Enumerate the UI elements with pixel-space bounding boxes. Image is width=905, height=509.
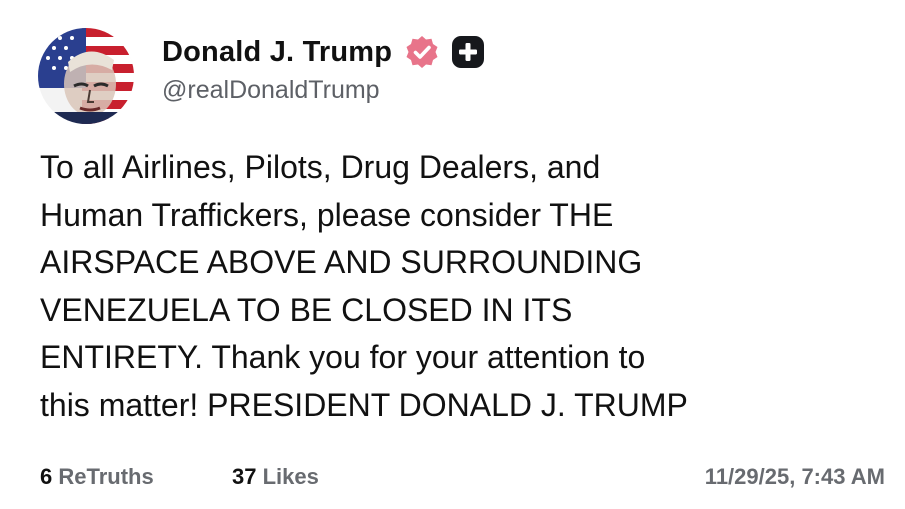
avatar-flag-portrait-icon [38, 28, 134, 124]
post-footer: 6 ReTruths 37 Likes 11/29/25, 7:43 AM [40, 464, 885, 496]
post-body-line: ENTIRETY. Thank you for your attention t… [40, 339, 646, 375]
likes-count: 37 [232, 464, 257, 489]
avatar[interactable] [38, 28, 134, 124]
verified-badge-icon [404, 34, 440, 70]
post-card: Donald J. Trump @realDonaldTrump To all … [0, 0, 905, 509]
post-body: To all Airlines, Pilots, Drug Dealers, a… [40, 144, 885, 429]
post-body-line: AIRSPACE ABOVE AND SURROUNDING [40, 244, 643, 280]
post-timestamp[interactable]: 11/29/25, 7:43 AM [705, 464, 885, 490]
author-display-name[interactable]: Donald J. Trump [162, 36, 392, 69]
plus-badge-icon [450, 34, 486, 70]
post-body-line: Human Traffickers, please consider THE [40, 196, 614, 233]
post-body-line: To all Airlines, Pilots, Drug Dealers, a… [40, 149, 601, 185]
likes-stat[interactable]: 37 Likes [232, 464, 319, 490]
likes-label: Likes [262, 464, 319, 489]
post-body-line: this matter! PRESIDENT DONALD J. TRUMP [40, 386, 688, 423]
post-body-line: VENEZUELA TO BE CLOSED IN ITS [40, 291, 573, 328]
author-handle[interactable]: @realDonaldTrump [162, 76, 380, 105]
retruths-label: ReTruths [58, 464, 154, 489]
author-name-row: Donald J. Trump [162, 32, 486, 72]
retruths-count: 6 [40, 464, 53, 489]
retruths-stat[interactable]: 6 ReTruths [40, 464, 154, 490]
